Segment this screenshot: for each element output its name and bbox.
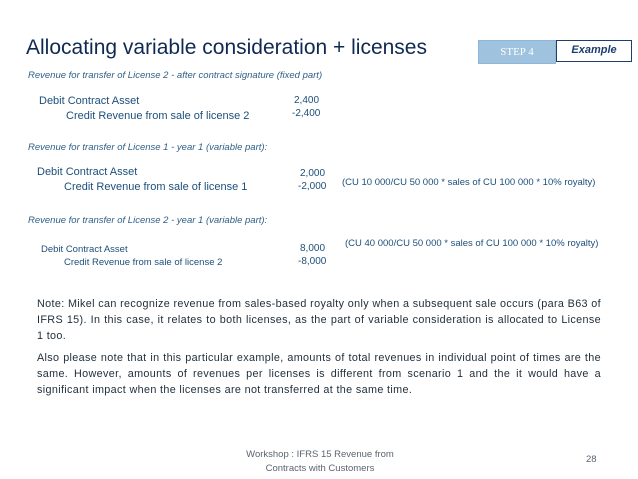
- section-label-license2-fixed: Revenue for transfer of License 2 - afte…: [28, 70, 323, 81]
- royalty-calculation: (CU 40 000/CU 50 000 * sales of CU 100 0…: [345, 238, 599, 249]
- section-label-license1-variable: Revenue for transfer of License 1 - year…: [28, 142, 268, 153]
- section-label-license2-variable: Revenue for transfer of License 2 - year…: [28, 215, 268, 226]
- debit-entry: Debit Contract Asset: [41, 244, 128, 255]
- credit-entry: Credit Revenue from sale of license 1: [64, 181, 248, 193]
- credit-entry: Credit Revenue from sale of license 2: [64, 257, 223, 268]
- credit-amount: -2,000: [298, 181, 327, 192]
- footer-line-2: Contracts with Customers: [265, 463, 375, 474]
- debit-amount: 2,000: [300, 168, 326, 179]
- slide-title: Allocating variable consideration + lice…: [26, 36, 427, 59]
- note-paragraph: Note: Mikel can recognize revenue from s…: [37, 298, 601, 342]
- footer-text: Workshop : IFRS 15 Revenue from Contract…: [236, 448, 404, 476]
- footer-line-1: Workshop : IFRS 15 Revenue from: [246, 449, 394, 460]
- page-number: 28: [586, 454, 597, 465]
- note-paragraph-additional: Also please note that in this particular…: [37, 352, 601, 396]
- credit-amount: -8,000: [298, 256, 327, 267]
- example-badge: Example: [556, 40, 632, 62]
- royalty-calculation: (CU 10 000/CU 50 000 * sales of CU 100 0…: [342, 177, 596, 188]
- credit-entry: Credit Revenue from sale of license 2: [66, 110, 250, 122]
- debit-entry: Debit Contract Asset: [37, 166, 138, 178]
- debit-amount: 2,400: [294, 95, 320, 106]
- credit-amount: -2,400: [292, 108, 321, 119]
- step-badge: STEP 4: [478, 40, 556, 64]
- debit-entry: Debit Contract Asset: [39, 95, 140, 107]
- debit-amount: 8,000: [300, 243, 326, 254]
